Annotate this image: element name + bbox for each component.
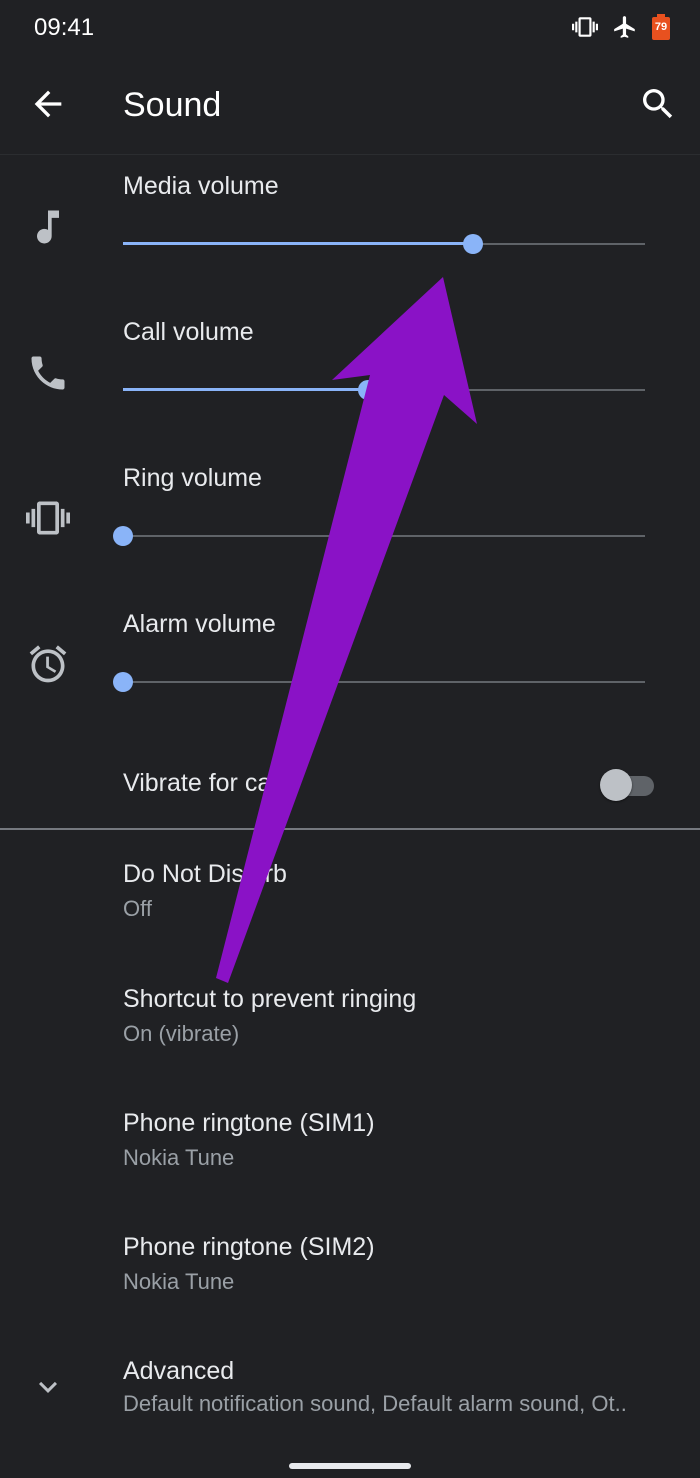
slider-thumb[interactable] <box>462 234 483 254</box>
do-not-disturb-item[interactable]: Do Not Disturb Off <box>0 860 700 980</box>
status-time: 09:41 <box>34 14 95 41</box>
vibrate-for-calls-label: Vibrate for calls <box>123 769 295 797</box>
alarm-volume-label: Alarm volume <box>123 610 276 638</box>
call-volume-label: Call volume <box>123 318 254 346</box>
alarm-volume-slider[interactable] <box>113 670 645 694</box>
pref-title: Shortcut to prevent ringing <box>123 985 417 1013</box>
section-divider <box>0 828 700 830</box>
status-bar: 09:41 79 <box>0 0 700 60</box>
vibrate-icon <box>572 17 598 37</box>
phone-icon <box>31 356 65 390</box>
app-bar: Sound <box>0 60 700 155</box>
alarm-icon <box>29 645 67 683</box>
status-icons: 79 <box>572 14 670 40</box>
alarm-volume-row: Alarm volume <box>0 598 700 744</box>
search-icon[interactable] <box>638 84 678 124</box>
pref-title: Phone ringtone (SIM1) <box>123 1109 375 1137</box>
advanced-item[interactable]: Advanced Default notification sound, Def… <box>0 1357 700 1477</box>
slider-fill <box>123 242 473 245</box>
slider-thumb[interactable] <box>358 380 379 400</box>
arrow-back-icon[interactable] <box>28 84 68 124</box>
media-volume-row: Media volume <box>0 160 700 306</box>
phone-ringtone-sim1-item[interactable]: Phone ringtone (SIM1) Nokia Tune <box>0 1109 700 1229</box>
slider-track <box>123 535 645 537</box>
slider-thumb[interactable] <box>113 526 133 546</box>
ring-volume-slider[interactable] <box>113 524 645 548</box>
pref-title: Phone ringtone (SIM2) <box>123 1233 375 1261</box>
slider-track <box>123 681 645 683</box>
media-volume-label: Media volume <box>123 172 279 200</box>
toggle-knob[interactable] <box>600 769 632 801</box>
media-volume-slider[interactable] <box>123 232 645 256</box>
ring-volume-label: Ring volume <box>123 464 262 492</box>
pref-summary: Nokia Tune <box>123 1269 235 1294</box>
music-note-icon <box>37 210 59 244</box>
phone-ringtone-sim2-item[interactable]: Phone ringtone (SIM2) Nokia Tune <box>0 1233 700 1353</box>
slider-fill <box>123 388 369 391</box>
airplane-icon <box>614 16 635 38</box>
pref-title: Do Not Disturb <box>123 860 287 888</box>
pref-summary: Default notification sound, Default alar… <box>123 1391 627 1416</box>
vibrate-for-calls-toggle[interactable] <box>600 767 654 801</box>
vibrate-icon <box>26 501 70 535</box>
pref-summary: Off <box>123 896 152 921</box>
slider-thumb[interactable] <box>113 672 133 692</box>
shortcut-prevent-ringing-item[interactable]: Shortcut to prevent ringing On (vibrate) <box>0 985 700 1105</box>
vibrate-for-calls-row[interactable]: Vibrate for calls <box>0 745 700 825</box>
call-volume-slider[interactable] <box>123 378 645 402</box>
battery-level: 79 <box>654 21 668 33</box>
pref-title: Advanced <box>123 1357 235 1385</box>
page-title: Sound <box>123 86 222 124</box>
ring-volume-row: Ring volume <box>0 452 700 598</box>
chevron-down-icon <box>39 1381 57 1393</box>
call-volume-row: Call volume <box>0 306 700 452</box>
pref-summary: Nokia Tune <box>123 1145 235 1170</box>
navigation-handle[interactable] <box>289 1463 411 1469</box>
pref-summary: On (vibrate) <box>123 1021 240 1046</box>
battery-icon: 79 <box>652 14 670 40</box>
